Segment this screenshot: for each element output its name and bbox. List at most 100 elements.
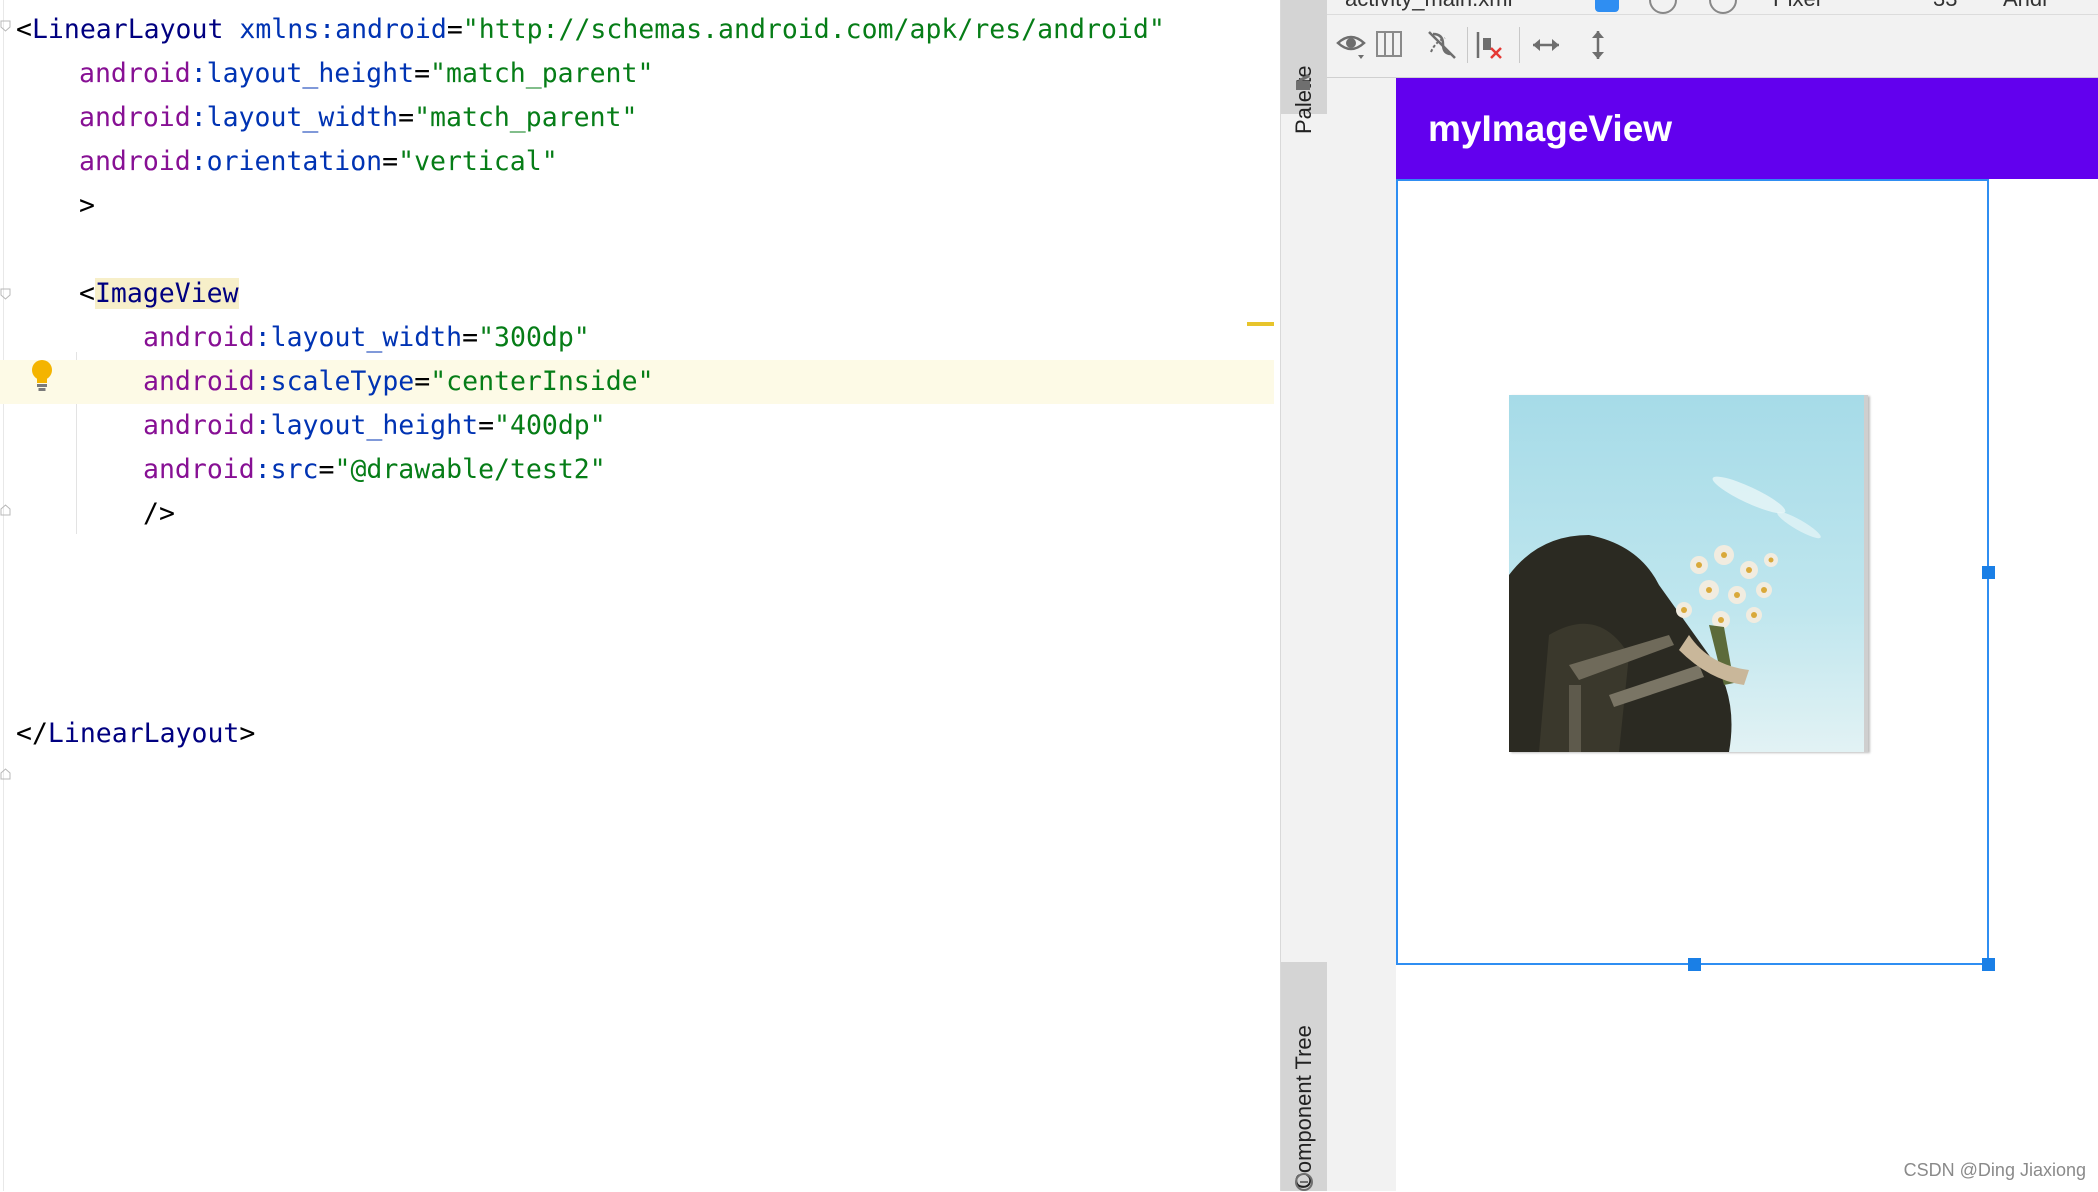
warning-stripe-marker[interactable] [1247,322,1274,326]
photo-image [1509,395,1868,752]
code-token: android [143,454,255,485]
code-line-text: android:src="@drawable/test2" [143,448,606,492]
code-token: = [414,58,431,89]
toolbar-separator [1519,27,1520,63]
toolbar-separator [1467,27,1468,63]
image-preview [1509,395,1868,752]
code-token: = [318,454,335,485]
app-title: myImageView [1428,108,1673,149]
code-token: :layout_width [254,322,463,353]
code-line-text: > [79,184,95,228]
code-token: = [382,146,399,177]
code-token: "300dp" [478,322,590,353]
code-token: android [79,102,191,133]
code-line-text: android:layout_height="400dp" [143,404,606,448]
code-line[interactable] [0,624,1274,668]
component-tree-tab[interactable]: Component Tree [1281,962,1327,1191]
code-line[interactable] [0,536,1274,580]
code-token: = [398,102,415,133]
component-tree-icon [1295,1173,1313,1191]
code-line[interactable]: android:layout_width="match_parent" [0,96,1274,140]
code-line[interactable]: <LinearLayout xmlns:android="http://sche… [0,8,1274,52]
code-token: android [143,322,255,353]
code-line[interactable]: android:layout_width="300dp" [0,316,1274,360]
code-token: :orientation [190,146,383,177]
code-line[interactable]: android:layout_height="match_parent" [0,52,1274,96]
resize-handle-bottom[interactable] [1688,958,1701,971]
code-line[interactable] [0,580,1274,624]
code-line[interactable]: android:layout_height="400dp" [0,404,1274,448]
disable-autoconnect-icon[interactable] [1425,28,1459,62]
code-token: android [79,146,191,177]
lightbulb-icon[interactable] [30,359,54,393]
code-token: = [446,14,463,45]
code-token: < [79,278,95,309]
blueprint-columns-icon[interactable] [1373,28,1407,62]
code-line-text: android:scaleType="centerInside" [143,360,654,404]
code-line-text: android:layout_width="match_parent" [79,96,637,140]
code-token: > [79,190,95,221]
code-token: :layout_height [190,58,415,89]
code-token: LinearLayout [47,718,240,749]
view-options-eye-icon[interactable] [1335,28,1369,62]
night-mode-icon[interactable] [1709,0,1737,14]
code-line-text: <ImageView [79,272,239,316]
device-dropdown[interactable]: Pixel [1773,0,1821,12]
code-line[interactable] [0,668,1274,712]
code-token: "400dp" [494,410,606,441]
clear-constraints-icon[interactable] [1473,28,1507,62]
expand-horizontal-icon[interactable] [1529,28,1563,62]
code-token: = [478,410,495,441]
code-line[interactable]: android:orientation="vertical" [0,140,1274,184]
fold-end-marker-icon[interactable] [0,504,11,516]
code-line[interactable]: </LinearLayout> [0,712,1274,756]
code-token: "match_parent" [430,58,654,89]
code-line-text: android:orientation="vertical" [79,140,558,184]
layout-file-dropdown[interactable]: activity_main.xml [1345,0,1512,12]
design-toolbar [1327,15,2098,78]
theme-dropdown[interactable]: Andr [2003,0,2049,12]
code-token: = [462,322,479,353]
code-token: < [16,14,32,45]
code-editor[interactable]: <LinearLayout xmlns:android="http://sche… [0,0,1274,1191]
resize-handle-right[interactable] [1982,566,1995,579]
design-pane[interactable]: activity_main.xml Pixel 33 Andr [1327,0,2098,1191]
code-token: :layout_width [190,102,399,133]
palette-tab[interactable]: Palette [1281,0,1327,134]
code-token: /> [143,498,175,529]
code-token: "http://schemas.android.com/apk/res/andr… [462,14,1165,45]
code-line[interactable]: android:src="@drawable/test2" [0,448,1274,492]
orientation-icon[interactable] [1649,0,1677,14]
code-line-text: </LinearLayout> [16,712,255,756]
code-token: :src [254,454,319,485]
code-token: </ [16,718,48,749]
device-preview[interactable]: myImageView [1396,78,2098,1191]
code-line[interactable]: > [0,184,1274,228]
code-token: android [143,410,255,441]
fold-marker-icon[interactable] [0,288,11,300]
code-token: > [239,718,256,749]
code-token: "vertical" [398,146,558,177]
resize-handle-corner[interactable] [1982,958,1995,971]
fold-end-marker-icon[interactable] [0,768,11,780]
expand-vertical-icon[interactable] [1581,28,1615,62]
code-line-current[interactable]: android:scaleType="centerInside" [0,360,1274,404]
code-token: :layout_height [254,410,479,441]
component-tree-tab-label: Component Tree [1291,1025,1316,1189]
design-top-toolbar: activity_main.xml Pixel 33 Andr [1327,0,2098,15]
code-line-text: android:layout_width="300dp" [143,316,590,360]
watermark-text: CSDN @Ding Jiaxiong [1903,1160,2086,1180]
code-line[interactable]: <ImageView [0,272,1274,316]
side-tool-strip: Palette Component Tree [1280,0,1328,1191]
fold-marker-icon[interactable] [0,20,11,32]
code-token: "centerInside" [430,366,654,397]
code-line[interactable]: /> [0,492,1274,536]
code-token: :scaleType [254,366,415,397]
code-line[interactable] [0,228,1274,272]
api-level-dropdown[interactable]: 33 [1933,0,1957,12]
code-token: android [79,58,191,89]
design-surface-icon[interactable] [1595,0,1619,12]
code-token: "match_parent" [414,102,638,133]
code-token: android [143,366,255,397]
